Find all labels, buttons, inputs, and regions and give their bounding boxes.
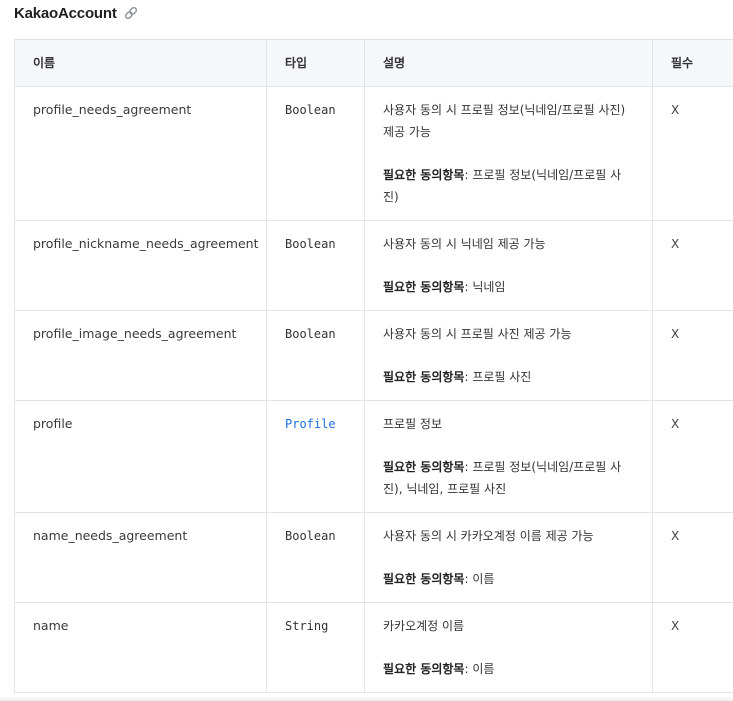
required-consent-line: 필요한 동의항목: 프로필 사진: [383, 366, 634, 388]
field-name-cell: profile_needs_agreement: [14, 86, 267, 221]
required-consent-value: : 이름: [464, 572, 495, 586]
required-consent-label: 필요한 동의항목: [383, 168, 465, 182]
type-text: Boolean: [285, 103, 336, 117]
type-text: Boolean: [285, 327, 336, 341]
type-text: String: [285, 619, 329, 633]
field-required-cell: X: [652, 86, 733, 221]
table-row: name String 카카오계정 이름 필요한 동의항목: 이름 X: [14, 602, 733, 693]
required-consent-label: 필요한 동의항목: [383, 572, 465, 586]
description-text: 사용자 동의 시 카카오계정 이름 제공 가능: [383, 529, 594, 543]
field-name-cell: name_needs_agreement: [14, 512, 267, 603]
link-icon[interactable]: [123, 5, 139, 21]
field-description-cell: 사용자 동의 시 프로필 사진 제공 가능필요한 동의항목: 프로필 사진: [364, 310, 653, 401]
section-heading: KakaoAccount: [14, 3, 139, 23]
type-text: Boolean: [285, 529, 336, 543]
required-consent-value: : 프로필 사진: [464, 370, 532, 384]
required-consent-value: : 닉네임: [464, 280, 506, 294]
bottom-scroll-shadow: [0, 696, 733, 701]
field-type-cell: Boolean: [266, 86, 365, 221]
page: KakaoAccount 이름 타입 설명 필수 profile_needs_a…: [0, 0, 733, 701]
kakao-account-table-wrapper: 이름 타입 설명 필수 profile_needs_agreement Boole…: [14, 39, 733, 693]
type-link[interactable]: Profile: [285, 417, 336, 431]
type-text: Boolean: [285, 237, 336, 251]
required-consent-label: 필요한 동의항목: [383, 370, 465, 384]
field-type-cell: Boolean: [266, 512, 365, 603]
field-name-cell: profile_nickname_needs_agreement: [14, 220, 267, 311]
required-consent-line: 필요한 동의항목: 프로필 정보(닉네임/프로필 사진): [383, 164, 634, 208]
table-row: profile_image_needs_agreement Boolean 사용자 …: [14, 310, 733, 401]
required-consent-line: 필요한 동의항목: 이름: [383, 568, 634, 590]
field-description-cell: 프로필 정보필요한 동의항목: 프로필 정보(닉네임/프로필 사진), 닉네임,…: [364, 400, 653, 513]
field-description-cell: 카카오계정 이름필요한 동의항목: 이름: [364, 602, 653, 693]
field-description-cell: 사용자 동의 시 카카오계정 이름 제공 가능필요한 동의항목: 이름: [364, 512, 653, 603]
field-type-cell: Boolean: [266, 220, 365, 311]
field-name-cell: profile_image_needs_agreement: [14, 310, 267, 401]
header-type: 타입: [266, 39, 365, 87]
required-consent-label: 필요한 동의항목: [383, 280, 465, 294]
header-required: 필수: [652, 39, 733, 87]
required-consent-line: 필요한 동의항목: 이름: [383, 658, 634, 680]
required-consent-value: : 이름: [464, 662, 495, 676]
required-consent-line: 필요한 동의항목: 프로필 정보(닉네임/프로필 사진), 닉네임, 프로필 사…: [383, 456, 634, 500]
required-consent-label: 필요한 동의항목: [383, 662, 465, 676]
field-type-cell: Boolean: [266, 310, 365, 401]
table-body: profile_needs_agreement Boolean 사용자 동의 시 프…: [14, 86, 733, 693]
section-title-text: KakaoAccount: [14, 4, 117, 22]
description-text: 사용자 동의 시 프로필 정보(닉네임/프로필 사진) 제공 가능: [383, 103, 626, 139]
table-row: profile Profile 프로필 정보필요한 동의항목: 프로필 정보(닉네임…: [14, 400, 733, 513]
field-required-cell: X: [652, 400, 733, 513]
description-text: 사용자 동의 시 프로필 사진 제공 가능: [383, 327, 572, 341]
field-name-cell: profile: [14, 400, 267, 513]
table-row: profile_needs_agreement Boolean 사용자 동의 시 프…: [14, 86, 733, 221]
field-type-cell: Profile: [266, 400, 365, 513]
field-description-cell: 사용자 동의 시 닉네임 제공 가능필요한 동의항목: 닉네임: [364, 220, 653, 311]
required-consent-line: 필요한 동의항목: 닉네임: [383, 276, 634, 298]
field-name-cell: name: [14, 602, 267, 693]
field-required-cell: X: [652, 512, 733, 603]
table-header-row: 이름 타입 설명 필수: [14, 39, 733, 87]
field-required-cell: X: [652, 220, 733, 311]
header-description: 설명: [364, 39, 653, 87]
required-consent-label: 필요한 동의항목: [383, 460, 465, 474]
kakao-account-table: 이름 타입 설명 필수 profile_needs_agreement Boole…: [14, 39, 733, 693]
field-type-cell: String: [266, 602, 365, 693]
field-required-cell: X: [652, 310, 733, 401]
description-text: 사용자 동의 시 닉네임 제공 가능: [383, 237, 546, 251]
header-name: 이름: [14, 39, 267, 87]
field-description-cell: 사용자 동의 시 프로필 정보(닉네임/프로필 사진) 제공 가능필요한 동의항…: [364, 86, 653, 221]
description-text: 프로필 정보: [383, 417, 443, 431]
description-text: 카카오계정 이름: [383, 619, 465, 633]
table-row: name_needs_agreement Boolean 사용자 동의 시 카카오계…: [14, 512, 733, 603]
table-row: profile_nickname_needs_agreement Boolean 사…: [14, 220, 733, 311]
field-required-cell: X: [652, 602, 733, 693]
